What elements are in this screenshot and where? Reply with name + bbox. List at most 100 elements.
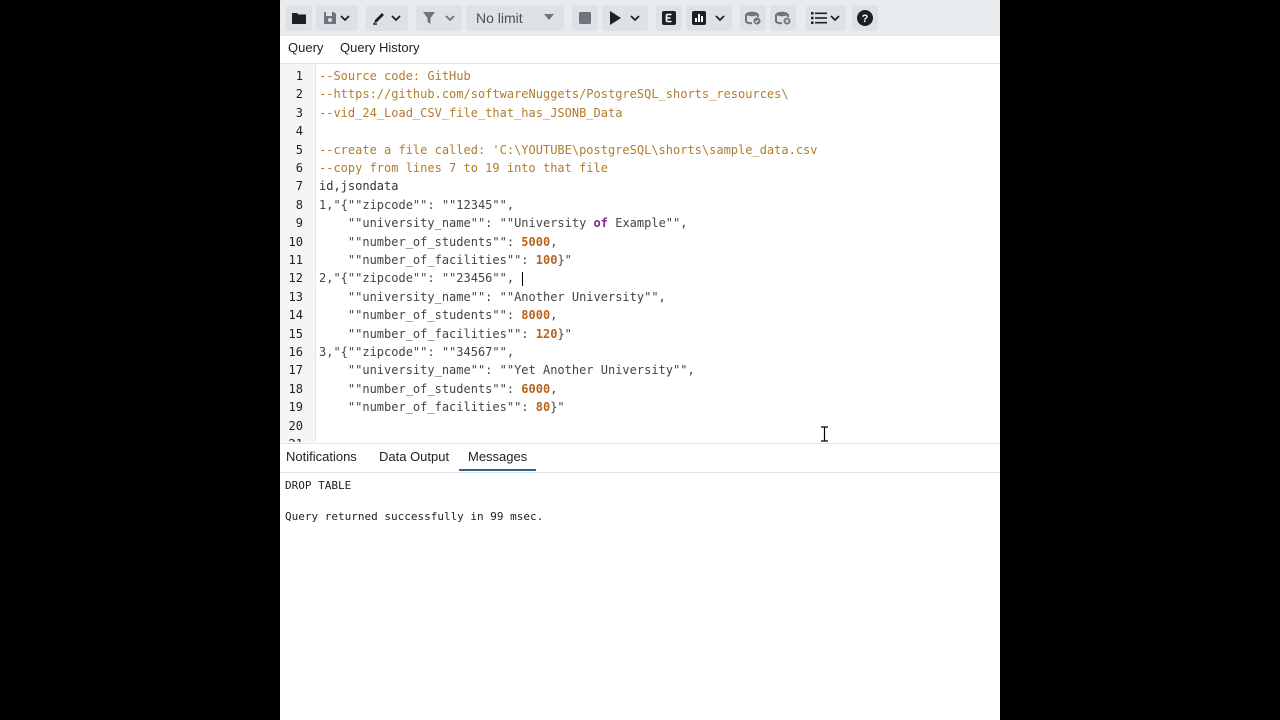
- code-token: ,: [550, 308, 558, 323]
- line-number: 11: [288, 253, 303, 267]
- code-token: 2,"{""zipcode"": ""23456"",: [319, 271, 522, 286]
- code-line: id,jsondata: [319, 177, 398, 195]
- code-token: ""number_of_students"":: [319, 234, 522, 249]
- code-token: ""number_of_students"":: [319, 381, 522, 396]
- code-line: ""university_name"": ""Another Universit…: [319, 288, 666, 306]
- line-number: 20: [288, 418, 303, 433]
- text-caret: [522, 271, 524, 286]
- code-token: 5000: [521, 234, 551, 249]
- code-token: --vid_24_Load_CSV_file_that_has_JSONB_Da…: [319, 105, 623, 120]
- code-token: }": [557, 326, 572, 341]
- code-line: --vid_24_Load_CSV_file_that_has_JSONB_Da…: [319, 104, 622, 122]
- line-number: 16: [288, 345, 303, 359]
- code-line: ""number_of_facilities"": 100}": [319, 251, 572, 269]
- rollback-button[interactable]: [770, 5, 796, 31]
- line-number: 8: [295, 197, 303, 212]
- line-number-gutter: 123456789101112131415161718192021: [280, 64, 316, 442]
- code-token: 80: [535, 400, 551, 415]
- code-line: --copy from lines 7 to 19 into that file: [319, 159, 608, 177]
- line-number: 3: [295, 105, 303, 120]
- save-button[interactable]: [316, 5, 358, 31]
- commit-button[interactable]: [740, 5, 766, 31]
- code-line: 2,"{""zipcode"": ""23456"",: [319, 269, 524, 287]
- code-token: --copy from lines 7 to 19 into that file: [319, 161, 608, 175]
- tab-query-history[interactable]: Query History: [340, 36, 419, 62]
- macros-button[interactable]: [806, 5, 846, 31]
- line-number: 19: [288, 400, 303, 415]
- query-tool-window: No limit ? Query Query History 1 2 3 4 5…: [280, 0, 1000, 720]
- explain-analyze-button[interactable]: [686, 5, 732, 31]
- code-line: --create a file called: 'C:\YOUTUBE\post…: [319, 141, 818, 159]
- tab-messages[interactable]: Messages: [459, 444, 536, 471]
- code-token: 120: [535, 326, 558, 341]
- code-token: }": [550, 400, 565, 415]
- caret-down-icon: [544, 14, 554, 20]
- tab-query[interactable]: Query: [288, 36, 323, 62]
- code-line: ""number_of_students"": 6000,: [319, 380, 558, 398]
- code-line: --https://github.com/softwareNuggets/Pos…: [319, 85, 789, 103]
- line-number: 1: [295, 69, 303, 83]
- code-token: of: [593, 216, 608, 231]
- line-number: 5: [295, 142, 303, 157]
- edit-pencil-icon: [372, 11, 388, 25]
- line-number: 15: [288, 326, 303, 341]
- code-line: ""university_name"": ""University of Exa…: [319, 214, 688, 232]
- code-line: ""number_of_facilities"": 120}": [319, 325, 572, 343]
- chevron-down-icon: [629, 14, 641, 22]
- code-token: --Source code: GitHub: [319, 69, 471, 83]
- line-number: 14: [288, 308, 303, 323]
- code-token: --create a file called: 'C:\YOUTUBE\post…: [319, 142, 818, 157]
- filter-icon: [422, 11, 436, 25]
- code-line: --Source code: GitHub: [319, 67, 471, 85]
- query-toolbar: No limit ?: [280, 0, 1000, 36]
- svg-text:?: ?: [862, 13, 869, 25]
- chevron-down-icon: [829, 14, 841, 22]
- code-token: id,jsondata: [319, 179, 399, 194]
- sql-editor[interactable]: 123456789101112131415161718192021 --Sour…: [280, 64, 1000, 442]
- tab-notifications[interactable]: Notifications: [286, 444, 357, 471]
- chevron-down-icon: [444, 14, 456, 22]
- code-token: ,: [550, 234, 558, 249]
- rollback-icon: [775, 11, 791, 25]
- chevron-down-icon: [390, 14, 402, 22]
- line-number: 2: [295, 87, 303, 102]
- line-number: 4: [295, 124, 303, 139]
- code-line: 1,"{""zipcode"": ""12345"",: [319, 196, 514, 214]
- code-token: --https://github.com/softwareNuggets/Pos…: [319, 87, 789, 102]
- help-icon: ?: [857, 10, 873, 26]
- output-tabs: Notifications Data Output Messages: [280, 443, 1000, 473]
- code-token: ""number_of_students"":: [319, 308, 522, 323]
- line-number: 12: [288, 271, 303, 286]
- folder-open-icon: [291, 11, 307, 25]
- explain-analyze-icon: [692, 11, 706, 25]
- save-icon: [323, 11, 337, 25]
- query-tabs: Query Query History: [280, 36, 1000, 64]
- code-token: 1,"{""zipcode"": ""12345"",: [319, 197, 515, 212]
- line-number: 7: [295, 179, 303, 194]
- code-line: 3,"{""zipcode"": ""34567"",: [319, 343, 514, 361]
- chevron-down-icon: [714, 14, 726, 22]
- code-token: 3,"{""zipcode"": ""34567"",: [319, 345, 515, 359]
- code-token: ""number_of_facilities"":: [319, 400, 536, 415]
- code-token: ""number_of_facilities"":: [319, 326, 536, 341]
- code-line: ""number_of_students"": 5000,: [319, 233, 558, 251]
- code-token: }": [557, 253, 572, 267]
- stop-button[interactable]: [572, 5, 598, 31]
- text-cursor-icon: [820, 426, 829, 447]
- filter-button[interactable]: [416, 5, 462, 31]
- line-number: 21: [280, 435, 303, 442]
- explain-button[interactable]: [656, 5, 682, 31]
- tab-data-output[interactable]: Data Output: [379, 444, 449, 471]
- edit-button[interactable]: [366, 5, 408, 31]
- row-limit-select[interactable]: No limit: [466, 5, 564, 31]
- line-number: 9: [295, 216, 303, 231]
- help-button[interactable]: ?: [852, 5, 878, 31]
- code-token: 6000: [521, 381, 551, 396]
- line-number: 17: [288, 363, 303, 378]
- code-token: ""number_of_facilities"":: [319, 253, 536, 267]
- code-token: 8000: [521, 308, 551, 323]
- messages-panel: DROP TABLE Query returned successfully i…: [280, 472, 1000, 720]
- execute-button[interactable]: [602, 5, 648, 31]
- open-file-button[interactable]: [286, 5, 312, 31]
- code-token: ""university_name"": ""University: [319, 216, 594, 231]
